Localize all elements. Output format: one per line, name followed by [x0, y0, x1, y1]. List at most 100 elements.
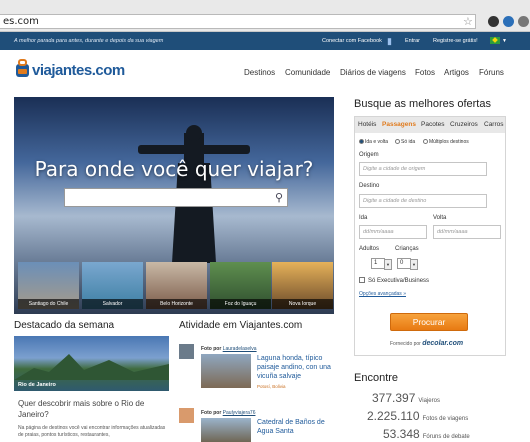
destacado-title: Destacado da semana — [14, 320, 115, 331]
extension-icon-3[interactable] — [518, 16, 529, 27]
activity-text[interactable]: Laguna honda, típico paisaje andino, con… — [257, 354, 337, 391]
stat-viajeros: 377.397 Viajeros — [372, 391, 440, 405]
activity-text[interactable]: Catedral de Baños de Agua Santa — [257, 418, 337, 437]
radio-dot — [395, 139, 400, 144]
register-link[interactable]: Registre-se grátis! — [433, 32, 478, 50]
radio-multiplos[interactable]: Múltiplos destinos — [423, 139, 469, 145]
exec-label: Só Executiva/Business — [368, 278, 430, 284]
thumb-nova-iorque[interactable]: Nova Iorque — [272, 262, 333, 309]
hero-banner: Para onde você quer viajar? ⚲ Santiago d… — [14, 97, 334, 314]
activity-author: Foto por Lauradelaselva — [201, 346, 257, 352]
destacado-question[interactable]: Quer descobrir mais sobre o Rio de Janei… — [18, 398, 168, 420]
activity-photo[interactable] — [201, 354, 251, 388]
nav-fotos[interactable]: Fotos — [415, 68, 435, 77]
adults-select[interactable]: 1 ▼ — [371, 258, 392, 270]
tab-pacotes[interactable]: Pacotes — [421, 117, 445, 133]
ida-date-input[interactable]: dd/mm/aaaa — [359, 225, 427, 239]
destacado-image[interactable]: Rio de Janeiro — [14, 336, 169, 391]
search-panel-title: Busque as melhores ofertas — [354, 98, 491, 110]
volta-label: Volta — [433, 215, 447, 221]
adults-value: 1 — [374, 260, 378, 266]
tab-carros[interactable]: Carros — [484, 117, 504, 133]
activity-caption: Catedral de Baños de Agua Santa — [257, 419, 325, 435]
login-link[interactable]: Entrar — [405, 32, 420, 50]
nav-comunidade[interactable]: Comunidade — [285, 68, 330, 77]
activity-user-link[interactable]: Paulyviajera76 — [223, 410, 256, 416]
tab-hoteis[interactable]: Hotéis — [358, 117, 376, 133]
powered-by: Fornecido por decolar.com — [390, 340, 463, 347]
ida-label: Ida — [359, 215, 368, 221]
activity-caption: Laguna honda, típico paisaje andino, con… — [257, 355, 331, 380]
mountains-image — [14, 354, 169, 380]
origin-input[interactable]: Digite a cidade de origem — [359, 162, 487, 176]
tab-cruzeiros[interactable]: Cruzeiros — [450, 117, 478, 133]
chevron-down-icon[interactable]: ▼ — [410, 259, 418, 270]
destacado-text: Na página de destinos você vai encontrar… — [18, 425, 166, 438]
radio-label: Ida e volta — [365, 139, 389, 145]
advanced-options-link[interactable]: Opções avançadas » — [359, 291, 406, 297]
radio-label: Múltiplos destinos — [429, 139, 469, 145]
facebook-icon[interactable]: ▮ — [387, 32, 392, 50]
chevron-down-icon[interactable]: ▼ — [384, 259, 392, 270]
destination-input[interactable]: Digite a cidade de destino — [359, 194, 487, 208]
hero-title: Para onde você quer viajar? — [34, 157, 314, 181]
star-icon[interactable]: ☆ — [463, 15, 473, 28]
children-value: 0 — [400, 260, 404, 266]
extension-icon-1[interactable] — [488, 16, 499, 27]
tab-passagens[interactable]: Passagens — [382, 117, 416, 133]
stat-number: 2.225.110 — [367, 409, 420, 423]
extension-icon-2[interactable] — [503, 16, 514, 27]
radio-ida-e-volta[interactable]: Ida e volta — [359, 139, 388, 145]
address-bar[interactable]: es.com ☆ — [0, 14, 476, 29]
activity-place: Potosí, Bolivia — [257, 384, 286, 389]
stat-label: Fóruns de debate — [422, 434, 470, 440]
tagline: A melhor parada para antes, durante e de… — [14, 38, 164, 44]
hero-search-input[interactable]: ⚲ — [64, 188, 288, 207]
exec-checkbox[interactable]: Só Executiva/Business — [359, 277, 429, 284]
decolar-logo: decolar.com — [422, 340, 464, 347]
thumb-caption: Foz do Iguaçu — [210, 299, 271, 309]
radio-so-ida[interactable]: Só ida — [395, 139, 415, 145]
checkbox-icon — [359, 277, 365, 283]
thumb-caption: Nova Iorque — [272, 299, 333, 309]
stat-label: Fotos de viagens — [422, 416, 469, 422]
logo-text: viajantes.com — [32, 62, 125, 79]
activity-by-label: Foto por — [201, 410, 222, 416]
atividade-title: Atividade em Viajantes.com — [179, 320, 303, 331]
thumb-santiago[interactable]: Santiago do Chile — [18, 262, 79, 309]
radio-dot — [423, 139, 428, 144]
encontre-title: Encontre — [354, 372, 399, 384]
stat-foruns: 53.348 Fóruns de debate — [383, 427, 470, 441]
avatar[interactable] — [179, 408, 194, 423]
stat-fotos: 2.225.110 Fotos de viagens — [367, 409, 468, 423]
children-label: Crianças — [395, 246, 419, 252]
activity-user-link[interactable]: Lauradelaselva — [223, 346, 257, 352]
url-text: es.com — [3, 16, 39, 27]
backpack-icon — [16, 59, 29, 77]
powered-label: Fornecido por — [390, 341, 421, 347]
thumb-foz-do-iguacu[interactable]: Foz do Iguaçu — [210, 262, 271, 309]
thumb-belo-horizonte[interactable]: Belo Horizonte — [146, 262, 207, 309]
activity-author: Foto por Paulyviajera76 — [201, 410, 255, 416]
nav-destinos[interactable]: Destinos — [244, 68, 275, 77]
thumb-caption: Santiago do Chile — [18, 299, 79, 309]
brazil-flag-icon[interactable] — [490, 37, 500, 44]
nav-foruns[interactable]: Fóruns — [479, 68, 504, 77]
activity-photo[interactable] — [201, 418, 251, 442]
destacado-caption: Rio de Janeiro — [18, 382, 56, 388]
nav-artigos[interactable]: Artigos — [444, 68, 469, 77]
children-select[interactable]: 0 ▼ — [397, 258, 418, 270]
chevron-down-icon[interactable]: ▼ — [502, 32, 507, 50]
thumb-caption: Salvador — [82, 299, 143, 309]
volta-date-input[interactable]: dd/mm/aaaa — [433, 225, 501, 239]
flight-search-panel: Hotéis Passagens Pacotes Cruzeiros Carro… — [354, 116, 506, 356]
facebook-connect-link[interactable]: Conectar com Facebook — [322, 32, 382, 50]
search-icon[interactable]: ⚲ — [275, 191, 283, 204]
stat-number: 377.397 — [372, 391, 416, 405]
top-bar: A melhor parada para antes, durante e de… — [0, 32, 530, 50]
nav-diarios[interactable]: Diários de viagens — [340, 68, 406, 77]
search-button[interactable]: Procurar — [390, 313, 468, 331]
thumb-salvador[interactable]: Salvador — [82, 262, 143, 309]
avatar[interactable] — [179, 344, 194, 359]
search-tabs: Hotéis Passagens Pacotes Cruzeiros Carro… — [355, 117, 505, 133]
